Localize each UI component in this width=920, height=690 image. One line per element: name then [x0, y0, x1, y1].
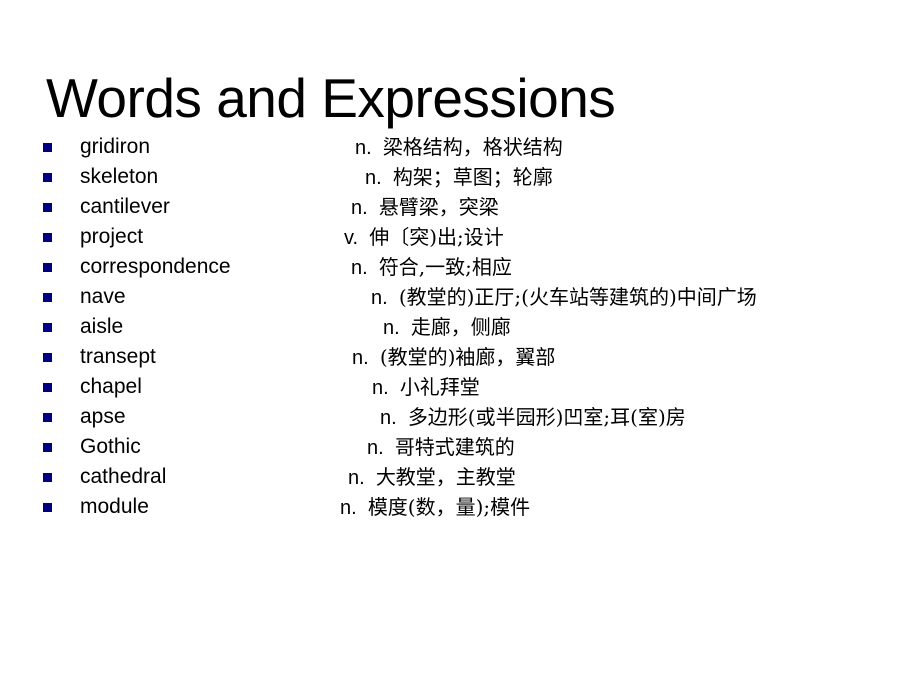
list-item: apse n. 多边形(或半园形)凹室;耳(室)房 — [0, 402, 920, 432]
list-item: aisle n. 走廊，侧廊 — [0, 312, 920, 342]
vocabulary-term: Gothic — [80, 435, 141, 458]
vocabulary-term: nave — [80, 285, 126, 308]
list-item: chapel n. 小礼拜堂 — [0, 372, 920, 402]
vocabulary-term: gridiron — [80, 135, 151, 158]
part-of-speech: n. — [367, 437, 384, 459]
chinese-gloss: (教堂的)袖廊，翼部 — [379, 345, 556, 369]
vocabulary-term: cantilever — [80, 195, 170, 218]
chinese-gloss: 多边形(或半园形)凹室;耳(室)房 — [407, 405, 686, 429]
vocabulary-definition: n. (教堂的)正厅;(火车站等建筑的)中间广场 — [371, 282, 757, 313]
square-bullet-icon — [43, 323, 52, 332]
square-bullet-icon — [43, 443, 52, 452]
vocabulary-definition: n. (教堂的)袖廊，翼部 — [352, 342, 555, 373]
chinese-gloss: 走廊，侧廊 — [410, 315, 511, 339]
vocabulary-term: chapel — [80, 375, 142, 398]
vocabulary-definition: n. 走廊，侧廊 — [383, 312, 511, 343]
list-item: gridiron n. 梁格结构，格状结构 — [0, 132, 920, 162]
vocabulary-term: cathedral — [80, 465, 167, 488]
vocabulary-definition: v. 伸〔突)出;设计 — [344, 222, 504, 253]
chinese-gloss: 大教堂，主教堂 — [375, 465, 516, 489]
list-item: correspondence n. 符合,一致;相应 — [0, 252, 920, 282]
list-item: nave n. (教堂的)正厅;(火车站等建筑的)中间广场 — [0, 282, 920, 312]
square-bullet-icon — [43, 233, 52, 242]
list-item: cantilever n. 悬臂梁，突梁 — [0, 192, 920, 222]
part-of-speech: n. — [351, 257, 368, 279]
part-of-speech: n. — [352, 347, 369, 369]
part-of-speech: n. — [355, 137, 372, 159]
vocabulary-term: skeleton — [80, 165, 159, 188]
chinese-gloss: 构架；草图；轮廓 — [392, 165, 553, 189]
list-item: Gothic n. 哥特式建筑的 — [0, 432, 920, 462]
square-bullet-icon — [43, 353, 52, 362]
chinese-gloss: 小礼拜堂 — [399, 375, 480, 399]
list-item: cathedral n. 大教堂，主教堂 — [0, 462, 920, 492]
vocabulary-definition: n. 多边形(或半园形)凹室;耳(室)房 — [380, 402, 686, 433]
chinese-gloss: 符合,一致;相应 — [378, 255, 512, 279]
square-bullet-icon — [43, 473, 52, 482]
square-bullet-icon — [43, 263, 52, 272]
square-bullet-icon — [43, 203, 52, 212]
square-bullet-icon — [43, 293, 52, 302]
vocabulary-term: aisle — [80, 315, 124, 338]
vocabulary-definition: n. 符合,一致;相应 — [351, 252, 512, 283]
part-of-speech: n. — [348, 467, 365, 489]
chinese-gloss: 悬臂梁，突梁 — [378, 195, 499, 219]
part-of-speech: n. — [340, 497, 357, 519]
vocabulary-definition: n. 模度(数，量);模件 — [340, 492, 530, 523]
chinese-gloss: 梁格结构，格状结构 — [382, 135, 563, 159]
vocabulary-definition: n. 构架；草图；轮廓 — [365, 162, 553, 193]
vocabulary-definition: n. 大教堂，主教堂 — [348, 462, 516, 493]
vocabulary-list: gridiron n. 梁格结构，格状结构 skeleton n. 构架；草图；轮廓 c… — [0, 132, 920, 522]
square-bullet-icon — [43, 143, 52, 152]
vocabulary-definition: n. 悬臂梁，突梁 — [351, 192, 499, 223]
chinese-gloss: 哥特式建筑的 — [394, 435, 515, 459]
vocabulary-term: correspondence — [80, 255, 231, 278]
square-bullet-icon — [43, 173, 52, 182]
vocabulary-term: apse — [80, 405, 126, 428]
square-bullet-icon — [43, 413, 52, 422]
chinese-gloss: 伸〔突)出;设计 — [369, 225, 504, 249]
vocabulary-term: module — [80, 495, 149, 518]
page-title: Words and Expressions — [46, 66, 616, 129]
part-of-speech: v. — [344, 227, 359, 249]
list-item: project v. 伸〔突)出;设计 — [0, 222, 920, 252]
part-of-speech: n. — [383, 317, 400, 339]
list-item: skeleton n. 构架；草图；轮廓 — [0, 162, 920, 192]
vocabulary-definition: n. 小礼拜堂 — [372, 372, 480, 403]
chinese-gloss: (教堂的)正厅;(火车站等建筑的)中间广场 — [398, 285, 757, 309]
part-of-speech: n. — [351, 197, 368, 219]
list-item: module n. 模度(数，量);模件 — [0, 492, 920, 522]
chinese-gloss: 模度(数，量);模件 — [367, 495, 531, 519]
slide-canvas: Words and Expressions gridiron n. 梁格结构，格状… — [0, 0, 920, 690]
square-bullet-icon — [43, 503, 52, 512]
vocabulary-term: transept — [80, 345, 156, 368]
vocabulary-definition: n. 梁格结构，格状结构 — [355, 132, 563, 163]
square-bullet-icon — [43, 383, 52, 392]
vocabulary-definition: n. 哥特式建筑的 — [367, 432, 515, 463]
part-of-speech: n. — [380, 407, 397, 429]
part-of-speech: n. — [371, 287, 388, 309]
part-of-speech: n. — [365, 167, 382, 189]
list-item: transept n. (教堂的)袖廊，翼部 — [0, 342, 920, 372]
vocabulary-term: project — [80, 225, 144, 248]
part-of-speech: n. — [372, 377, 389, 399]
